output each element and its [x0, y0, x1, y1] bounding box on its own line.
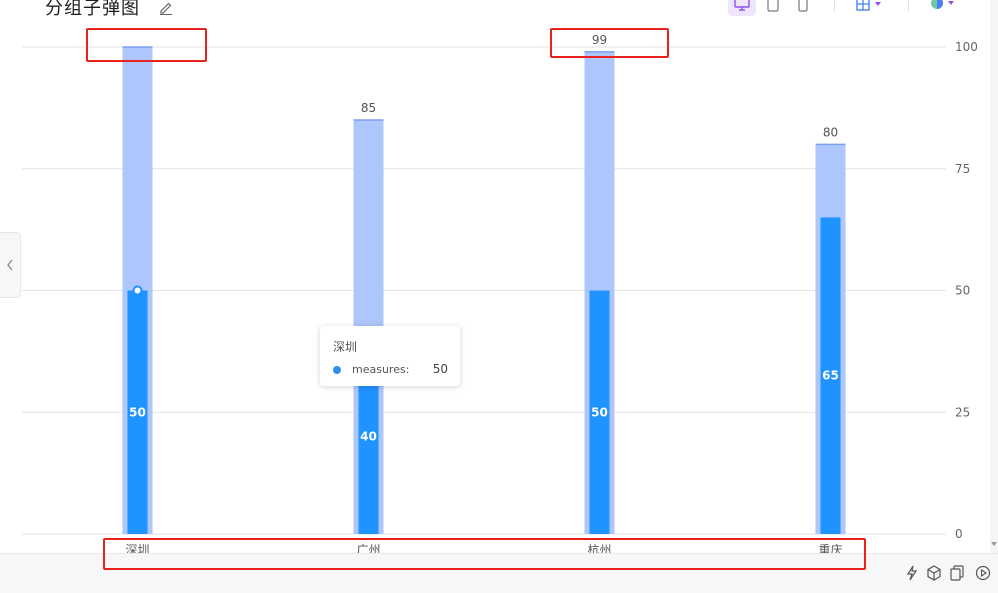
highlight-box: [86, 28, 207, 62]
y-tick-label: 75: [955, 162, 970, 176]
highlight-box: [103, 538, 866, 570]
range-value-label: 80: [823, 125, 838, 139]
measure-value-label: 40: [360, 430, 377, 444]
copy-icon[interactable]: [949, 565, 965, 581]
tooltip-series-name: measures:: [352, 363, 410, 376]
bullet-chart: 100755025050深圳8540广州9950杭州8065重庆: [22, 33, 978, 553]
y-tick-label: 0: [955, 527, 963, 541]
y-tick-label: 100: [955, 40, 978, 54]
tooltip-series-marker: [333, 366, 341, 374]
tooltip-series-value: 50: [432, 362, 448, 376]
lightning-icon[interactable]: [904, 565, 920, 581]
tooltip-category: 深圳: [333, 340, 358, 354]
range-value-label: 85: [361, 101, 376, 115]
measure-value-label: 50: [591, 405, 608, 419]
play-icon[interactable]: [975, 565, 991, 581]
highlight-box: [550, 28, 669, 58]
cube-icon[interactable]: [926, 565, 942, 581]
measure-value-label: 50: [129, 405, 146, 419]
chart-tooltip: 深圳 measures: 50: [320, 326, 460, 386]
measure-value-label: 65: [822, 369, 839, 383]
y-tick-label: 50: [955, 284, 970, 298]
y-tick-label: 25: [955, 405, 970, 419]
vertical-scrollbar[interactable]: [990, 0, 998, 553]
hover-marker: [132, 285, 143, 296]
scroll-down-arrow-icon[interactable]: [990, 540, 998, 548]
